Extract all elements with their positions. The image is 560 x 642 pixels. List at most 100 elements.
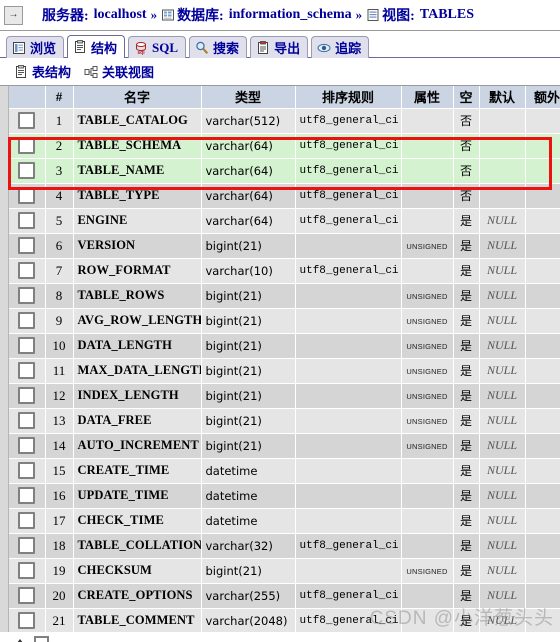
row-checkbox[interactable] [18,612,36,629]
row-checkbox[interactable] [18,562,36,579]
row-checkbox[interactable] [18,112,36,129]
table-row[interactable]: 2 TABLE_SCHEMA varchar(64) utf8_general_ci 否 [9,133,560,159]
row-field-name[interactable]: DATA_FREE [73,408,202,434]
row-checkbox[interactable] [18,537,36,554]
row-checkbox[interactable] [18,262,36,279]
row-field-name[interactable]: UPDATE_TIME [73,483,202,509]
row-field-name[interactable]: TABLE_NAME [73,158,202,184]
table-row[interactable]: 4 TABLE_TYPE varchar(64) utf8_general_ci 否 [9,183,560,209]
table-row[interactable]: 3 TABLE_NAME varchar(64) utf8_general_ci 否 [9,158,560,184]
collapse-navigation-button[interactable]: → [4,5,23,25]
row-field-type: varchar(32) [201,533,296,559]
row-checkbox[interactable] [18,512,36,529]
column-header-attributes[interactable]: 属性 [401,86,454,109]
row-nullable: 否 [453,158,480,184]
row-checkbox[interactable] [18,137,36,154]
column-header-checkbox [9,86,46,109]
row-field-name[interactable]: TABLE_COMMENT [73,608,202,634]
row-field-name[interactable]: TABLE_COLLATION [73,533,202,559]
row-checkbox-cell [9,533,46,559]
tab-browse[interactable]: 浏览 [6,36,65,58]
row-field-name[interactable]: CREATE_TIME [73,458,202,484]
row-field-name[interactable]: VERSION [73,233,202,259]
row-checkbox[interactable] [18,187,36,204]
row-collation: utf8_general_ci [295,133,402,159]
row-field-name[interactable]: MAX_DATA_LENGTH [73,358,202,384]
row-checkbox[interactable] [18,587,36,604]
tab-structure-label: 结构 [91,40,118,56]
table-row[interactable]: 7 ROW_FORMAT varchar(10) utf8_general_ci 是 NU… [9,258,560,284]
row-checkbox[interactable] [18,287,36,304]
row-field-name[interactable]: INDEX_LENGTH [73,383,202,409]
row-checkbox[interactable] [18,462,36,479]
column-header-type[interactable]: 类型 [201,86,296,109]
row-nullable: 是 [453,533,480,559]
tab-structure[interactable]: 结构 [67,35,126,58]
table-row[interactable]: 10 DATA_LENGTH bigint(21) UNSIGNED 是 NULL [9,333,560,359]
row-checkbox[interactable] [18,237,36,254]
breadcrumb-database-value[interactable]: information_schema [229,7,352,23]
row-checkbox[interactable] [18,412,36,429]
svg-text:sql: sql [137,50,145,55]
row-field-name[interactable]: AVG_ROW_LENGTH [73,308,202,334]
row-field-name[interactable]: CHECK_TIME [73,508,202,534]
subnav-table-structure[interactable]: 表结构 [14,62,71,81]
tab-tracking[interactable]: 追踪 [311,36,370,58]
table-row[interactable]: 18 TABLE_COLLATION varchar(32) utf8_general… [9,533,560,559]
row-field-type: varchar(64) [201,183,296,209]
table-row[interactable]: 11 MAX_DATA_LENGTH bigint(21) UNSIGNED 是 NULL [9,358,560,384]
row-field-name[interactable]: DATA_LENGTH [73,333,202,359]
table-structure-icon [14,64,28,79]
row-checkbox[interactable] [18,362,36,379]
table-row[interactable]: 1 TABLE_CATALOG varchar(512) utf8_general_c… [9,108,560,134]
row-field-name[interactable]: TABLE_SCHEMA [73,133,202,159]
row-checkbox[interactable] [18,437,36,454]
table-row[interactable]: 13 DATA_FREE bigint(21) UNSIGNED 是 NULL [9,408,560,434]
column-header-null[interactable]: 空 [453,86,480,109]
row-field-name[interactable]: TABLE_CATALOG [73,108,202,134]
tab-search[interactable]: 搜索 [189,36,248,58]
row-extra [525,433,560,459]
row-collation [295,283,402,309]
subnav-relation-view[interactable]: 关联视图 [84,62,154,81]
column-header-num[interactable]: # [45,86,74,109]
row-checkbox[interactable] [18,162,36,179]
row-checkbox[interactable] [18,387,36,404]
row-field-name[interactable]: ENGINE [73,208,202,234]
table-row[interactable]: 19 CHECKSUM bigint(21) UNSIGNED 是 NULL [9,558,560,584]
secondary-nav-bar: 表结构 关联视图 [0,58,560,86]
tab-export[interactable]: 导出 [250,36,309,58]
table-row[interactable]: 20 CREATE_OPTIONS varchar(255) utf8_general… [9,583,560,609]
row-checkbox[interactable] [18,212,36,229]
column-header-name[interactable]: 名字 [73,86,202,109]
breadcrumb-server-value[interactable]: localhost [94,7,147,23]
select-all-checkbox[interactable] [34,635,49,642]
table-row[interactable]: 14 AUTO_INCREMENT bigint(21) UNSIGNED 是 NULL [9,433,560,459]
row-checkbox[interactable] [18,487,36,504]
column-header-extra[interactable]: 额外 [525,86,560,109]
row-field-name[interactable]: TABLE_ROWS [73,283,202,309]
row-field-name[interactable]: TABLE_TYPE [73,183,202,209]
tab-sql[interactable]: sql SQL [128,36,187,58]
row-checkbox[interactable] [18,337,36,354]
breadcrumb-view-value[interactable]: TABLES [420,7,474,23]
table-row[interactable]: 9 AVG_ROW_LENGTH bigint(21) UNSIGNED 是 NULL [9,308,560,334]
row-field-name[interactable]: ROW_FORMAT [73,258,202,284]
table-row[interactable]: 6 VERSION bigint(21) UNSIGNED 是 NULL [9,233,560,259]
tab-search-label: 搜索 [213,41,240,56]
table-row[interactable]: 5 ENGINE varchar(64) utf8_general_ci 是 NULL [9,208,560,234]
table-row[interactable]: 16 UPDATE_TIME datetime 是 NULL [9,483,560,509]
row-attributes: UNSIGNED [401,408,454,434]
column-header-collation[interactable]: 排序规则 [295,86,402,109]
row-checkbox[interactable] [18,312,36,329]
row-field-name[interactable]: CREATE_OPTIONS [73,583,202,609]
table-row[interactable]: 17 CHECK_TIME datetime 是 NULL [9,508,560,534]
table-row[interactable]: 15 CREATE_TIME datetime 是 NULL [9,458,560,484]
row-field-name[interactable]: CHECKSUM [73,558,202,584]
table-row[interactable]: 21 TABLE_COMMENT varchar(2048) utf8_general… [9,608,560,634]
view-icon [366,8,380,22]
table-row[interactable]: 8 TABLE_ROWS bigint(21) UNSIGNED 是 NULL [9,283,560,309]
table-row[interactable]: 12 INDEX_LENGTH bigint(21) UNSIGNED 是 NULL [9,383,560,409]
row-field-name[interactable]: AUTO_INCREMENT [73,433,202,459]
column-header-default[interactable]: 默认 [479,86,526,109]
